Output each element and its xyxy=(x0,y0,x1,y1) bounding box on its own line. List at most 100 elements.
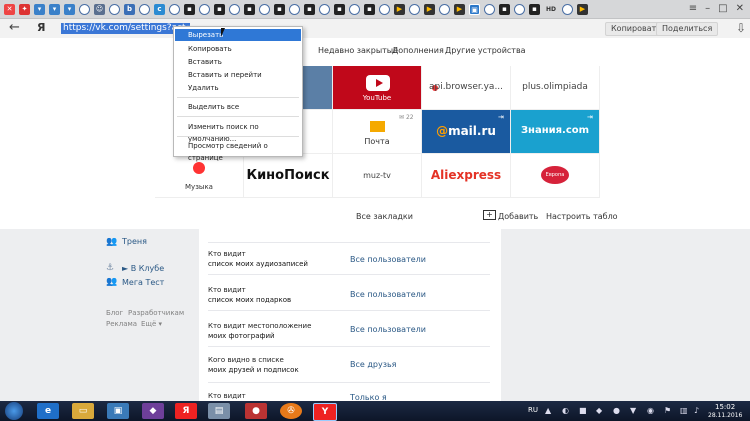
tile-api-browser[interactable]: api.browser.ya... xyxy=(422,66,511,110)
add-icon[interactable]: + xyxy=(483,210,496,220)
play-tab-icon[interactable]: ▶ xyxy=(424,3,435,15)
clock-tab-icon[interactable] xyxy=(409,3,420,15)
face-tab-icon[interactable]: ☺ xyxy=(94,3,105,15)
film-tab-icon[interactable]: ▪ xyxy=(184,3,195,15)
cart-tab-icon[interactable]: ▾ xyxy=(34,3,45,15)
clock-tab-icon[interactable] xyxy=(259,3,270,15)
clock-tab-icon[interactable] xyxy=(439,3,450,15)
tray-icon[interactable]: ◆ xyxy=(596,406,602,415)
clock-tab-icon[interactable] xyxy=(514,3,525,15)
menu-icon[interactable]: ≡ xyxy=(689,3,697,14)
tile-yandex-mail[interactable]: ✉ 22 Почта xyxy=(333,110,422,154)
image-viewer-icon[interactable]: ▤ xyxy=(208,403,230,419)
tile-kinopoisk[interactable]: КиноПоиск xyxy=(244,154,333,198)
footer-developers-link[interactable]: Разработчикам xyxy=(128,309,184,317)
tray-icon[interactable]: ◐ xyxy=(562,406,569,415)
vk-active-tab-icon[interactable]: ▣ xyxy=(469,3,480,15)
extensions-link[interactable]: Дополнения xyxy=(392,46,444,55)
customize-tableau-button[interactable]: Настроить табло xyxy=(546,212,618,221)
tile-olimpiada[interactable]: plus.olimpiada xyxy=(511,66,600,110)
menu-item-delete[interactable]: Удалить xyxy=(175,82,301,94)
close-window-icon[interactable]: ✕ xyxy=(736,3,744,14)
flag-icon[interactable]: ⚑ xyxy=(664,406,671,415)
other-devices-link[interactable]: Другие устройства xyxy=(445,46,526,55)
sidebar-item-trenya[interactable]: Треня xyxy=(122,237,147,246)
bird-tab-icon[interactable]: ✦ xyxy=(19,3,30,15)
clock-time[interactable]: 15:02 xyxy=(715,403,735,411)
clock-tab-icon[interactable] xyxy=(562,3,573,15)
clock-tab-icon[interactable] xyxy=(229,3,240,15)
tray-icon[interactable]: ■ xyxy=(579,406,587,415)
recently-closed-link[interactable]: Недавно закрытые xyxy=(318,46,398,55)
menu-item-paste-go[interactable]: Вставить и перейти xyxy=(175,69,301,81)
film-tab-icon[interactable]: ▪ xyxy=(214,3,225,15)
yandex-browser-active-icon[interactable]: Y xyxy=(313,403,337,421)
clock-tab-icon[interactable] xyxy=(319,3,330,15)
menu-item-change-search[interactable]: Изменить поиск по умолчанию... xyxy=(175,121,301,143)
clock-date[interactable]: 28.11.2016 xyxy=(708,412,742,419)
cart-tab-icon[interactable]: ▾ xyxy=(64,3,75,15)
menu-item-page-info[interactable]: Просмотр сведений о странице xyxy=(175,140,301,162)
tile-znania[interactable]: ⇥ Знания.com xyxy=(511,110,600,154)
monitor-icon[interactable]: ▣ xyxy=(107,403,129,419)
add-button[interactable]: Добавить xyxy=(498,212,538,221)
menu-item-copy[interactable]: Копировать xyxy=(175,43,301,55)
tile-youtube[interactable]: YouTube xyxy=(333,66,422,110)
hd-tab-icon[interactable]: HD xyxy=(544,4,558,15)
sidebar-item-mega-test[interactable]: Мега Тест xyxy=(122,278,164,287)
tile-mailru[interactable]: ⇥ @mail.ru xyxy=(422,110,511,154)
all-bookmarks-link[interactable]: Все закладки xyxy=(356,212,413,221)
close-tab-icon[interactable]: ✕ xyxy=(4,3,15,15)
tile-aliexpress[interactable]: Aliexpress xyxy=(422,154,511,198)
privacy-row-value[interactable]: Все пользователи xyxy=(350,325,426,334)
film-reel-icon[interactable]: ✇ xyxy=(280,403,302,419)
film-tab-icon[interactable]: ▪ xyxy=(304,3,315,15)
clock-tab-icon[interactable] xyxy=(289,3,300,15)
tray-icon[interactable]: ▼ xyxy=(630,406,636,415)
film-tab-icon[interactable]: ▪ xyxy=(244,3,255,15)
privacy-row-value[interactable]: Все пользователи xyxy=(350,255,426,264)
menu-item-paste[interactable]: Вставить xyxy=(175,56,301,68)
play-tab-icon[interactable]: ▶ xyxy=(454,3,465,15)
tile-europa-plus[interactable]: Европа Плюс xyxy=(511,154,600,198)
tile-muz-tv[interactable]: muz-tv xyxy=(333,154,422,198)
cart-tab-icon[interactable]: ▾ xyxy=(49,3,60,15)
tray-icon[interactable]: ● xyxy=(613,406,620,415)
film-tab-icon[interactable]: ▪ xyxy=(364,3,375,15)
c-tab-icon[interactable]: c xyxy=(154,3,165,15)
privacy-row-value[interactable]: Все друзья xyxy=(350,360,396,369)
privacy-row-value[interactable]: Все пользователи xyxy=(350,290,426,299)
film-tab-icon[interactable]: ▪ xyxy=(334,3,345,15)
yandex-browser-icon[interactable]: Я xyxy=(175,403,197,419)
menu-item-select-all[interactable]: Выделить все xyxy=(175,101,301,113)
play-tab-icon[interactable]: ▶ xyxy=(577,3,588,15)
clock-tab-icon[interactable] xyxy=(109,3,120,15)
menu-item-cut[interactable]: Вырезать xyxy=(175,29,301,41)
clock-tab-icon[interactable] xyxy=(169,3,180,15)
tray-icon[interactable]: ◉ xyxy=(647,406,654,415)
start-button-icon[interactable] xyxy=(5,402,23,420)
clock-tab-icon[interactable] xyxy=(484,3,495,15)
footer-ads-link[interactable]: Реклама xyxy=(106,320,137,328)
camera-icon[interactable]: ● xyxy=(245,403,267,419)
download-icon[interactable]: ⇩ xyxy=(736,21,746,35)
folder-icon[interactable]: ▭ xyxy=(72,403,94,419)
clock-tab-icon[interactable] xyxy=(199,3,210,15)
app-icon[interactable]: ◆ xyxy=(142,403,164,419)
maximize-icon[interactable]: □ xyxy=(718,3,727,14)
film-tab-icon[interactable]: ▪ xyxy=(499,3,510,15)
clock-tab-icon[interactable] xyxy=(79,3,90,15)
share-button[interactable]: Поделиться xyxy=(656,22,719,36)
tray-icon[interactable]: ▲ xyxy=(545,406,551,415)
film-tab-icon[interactable]: ▪ xyxy=(274,3,285,15)
footer-more-link[interactable]: Ещё ▾ xyxy=(141,320,162,328)
play-tab-icon[interactable]: ▶ xyxy=(394,3,405,15)
internet-explorer-icon[interactable]: e xyxy=(37,403,59,419)
minimize-icon[interactable]: – xyxy=(705,3,710,14)
url-field[interactable]: https://vk.com/settings?act=pr xyxy=(61,23,190,34)
footer-blog-link[interactable]: Блог xyxy=(106,309,123,317)
clock-tab-icon[interactable] xyxy=(349,3,360,15)
back-arrow-icon[interactable]: ← xyxy=(9,20,20,35)
sidebar-item-klub[interactable]: ► В Клубе xyxy=(122,264,164,273)
clock-tab-icon[interactable] xyxy=(139,3,150,15)
